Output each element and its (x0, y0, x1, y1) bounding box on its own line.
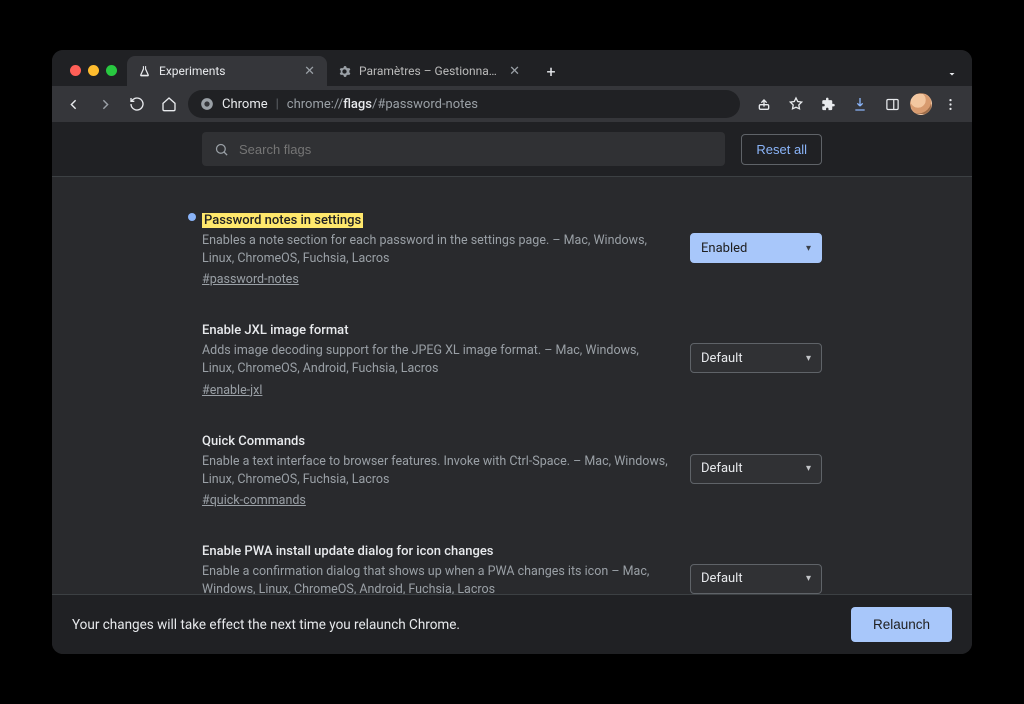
toolbar: Chrome | chrome://flags/#password-notes (52, 86, 972, 122)
tab-title: Experiments (159, 64, 294, 78)
forward-button[interactable] (92, 91, 118, 117)
tab-experiments[interactable]: Experiments ✕ (127, 56, 327, 86)
close-tab-icon[interactable]: ✕ (507, 64, 522, 79)
window-controls (64, 65, 127, 86)
flag-description: Enable a confirmation dialog that shows … (202, 563, 670, 594)
tab-password-manager[interactable]: Paramètres – Gestionnaire de m ✕ (327, 56, 532, 86)
search-input[interactable] (239, 142, 713, 157)
chrome-page-icon (200, 97, 214, 111)
tab-list-dropdown[interactable] (946, 68, 972, 86)
home-button[interactable] (156, 91, 182, 117)
relaunch-bar: Your changes will take effect the next t… (52, 594, 972, 654)
address-bar[interactable]: Chrome | chrome://flags/#password-notes (188, 90, 740, 118)
url-text: chrome://flags/#password-notes (287, 97, 478, 112)
chevron-down-icon: ▾ (806, 243, 811, 254)
side-panel-icon[interactable] (878, 91, 906, 117)
flag-state-dropdown[interactable]: Enabled ▾ (690, 233, 822, 263)
relaunch-message: Your changes will take effect the next t… (72, 617, 460, 633)
flags-header: Reset all (52, 122, 972, 176)
flag-description: Adds image decoding support for the JPEG… (202, 342, 670, 378)
flag-quick-commands: Quick Commands Enable a text interface t… (202, 416, 822, 526)
chevron-down-icon: ▾ (806, 573, 811, 584)
flag-title: Quick Commands (202, 434, 305, 449)
maximize-window-button[interactable] (106, 65, 117, 76)
reload-button[interactable] (124, 91, 150, 117)
extensions-icon[interactable] (814, 91, 842, 117)
downloads-icon[interactable] (846, 91, 874, 117)
flask-icon (137, 64, 151, 78)
menu-icon[interactable] (936, 91, 964, 117)
toolbar-right (746, 91, 964, 117)
gear-icon (337, 64, 351, 78)
close-tab-icon[interactable]: ✕ (302, 64, 317, 79)
scheme-label: Chrome (222, 97, 268, 112)
new-tab-button[interactable]: + (538, 58, 564, 84)
flag-password-notes: Password notes in settings Enables a not… (202, 195, 822, 305)
flag-state-dropdown[interactable]: Default ▾ (690, 343, 822, 373)
page-content: Reset all Password notes in settings Ena… (52, 122, 972, 654)
flag-title: Enable JXL image format (202, 323, 349, 338)
search-box[interactable] (202, 132, 725, 166)
profile-avatar[interactable] (910, 93, 932, 115)
reset-all-button[interactable]: Reset all (741, 134, 822, 165)
back-button[interactable] (60, 91, 86, 117)
flags-list: Password notes in settings Enables a not… (52, 176, 972, 594)
chevron-down-icon: ▾ (806, 463, 811, 474)
flag-state-dropdown[interactable]: Default ▾ (690, 564, 822, 594)
flag-title: Enable PWA install update dialog for ico… (202, 544, 494, 559)
search-icon (214, 142, 229, 157)
flag-enable-jxl: Enable JXL image format Adds image decod… (202, 305, 822, 415)
tab-title: Paramètres – Gestionnaire de m (359, 64, 499, 78)
flag-pwa-update-dialog: Enable PWA install update dialog for ico… (202, 526, 822, 594)
tab-strip: Experiments ✕ Paramètres – Gestionnaire … (52, 50, 972, 86)
relaunch-button[interactable]: Relaunch (851, 607, 952, 642)
flag-state-dropdown[interactable]: Default ▾ (690, 454, 822, 484)
modified-indicator-icon (188, 213, 196, 221)
flag-description: Enable a text interface to browser featu… (202, 453, 670, 489)
flag-description: Enables a note section for each password… (202, 232, 670, 268)
flag-title: Password notes in settings (202, 213, 363, 228)
close-window-button[interactable] (70, 65, 81, 76)
chevron-down-icon: ▾ (806, 353, 811, 364)
bookmark-icon[interactable] (782, 91, 810, 117)
flag-anchor-link[interactable]: #password-notes (202, 272, 299, 287)
share-icon[interactable] (750, 91, 778, 117)
flag-anchor-link[interactable]: #enable-jxl (202, 383, 262, 398)
chrome-window: Experiments ✕ Paramètres – Gestionnaire … (52, 50, 972, 654)
minimize-window-button[interactable] (88, 65, 99, 76)
flag-anchor-link[interactable]: #quick-commands (202, 493, 306, 508)
